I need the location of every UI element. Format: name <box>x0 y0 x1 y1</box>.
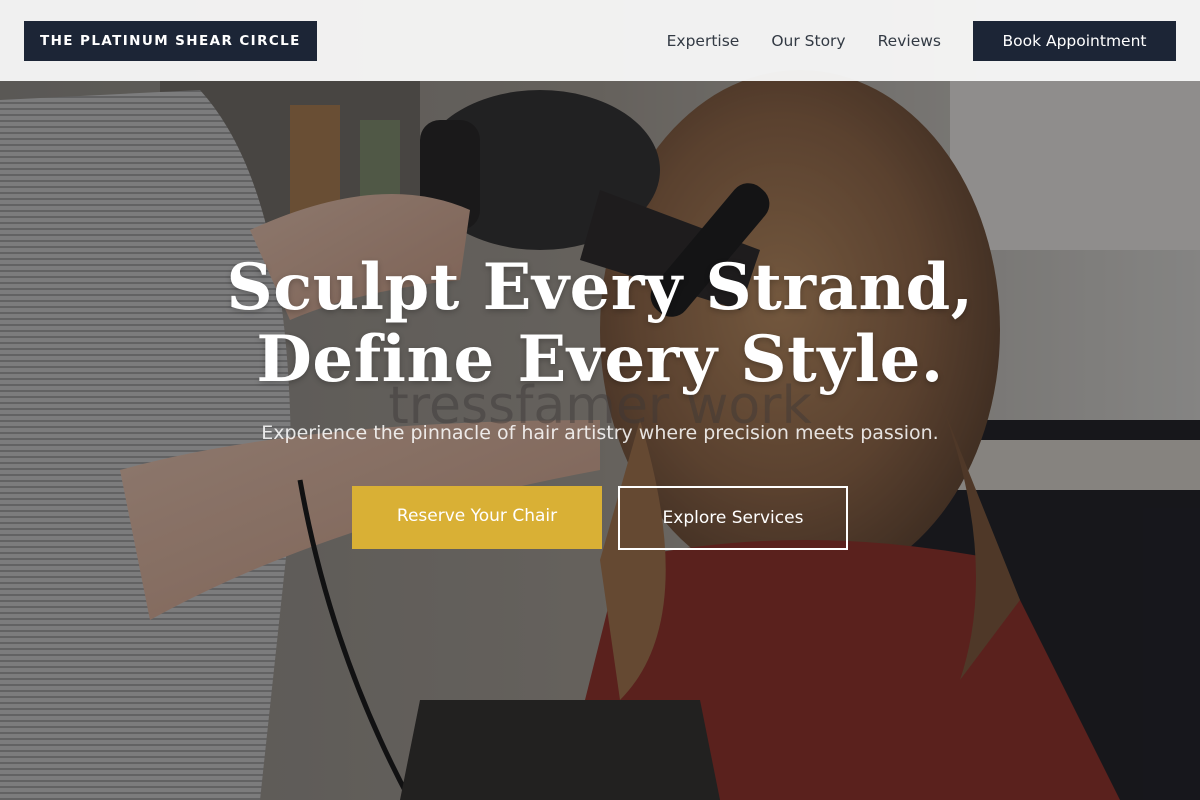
reserve-chair-button[interactable]: Reserve Your Chair <box>352 486 602 549</box>
nav-link-expertise[interactable]: Expertise <box>667 32 740 50</box>
nav-link-reviews[interactable]: Reviews <box>878 32 941 50</box>
hero-headline: Sculpt Every Strand, Define Every Style. <box>0 252 1200 396</box>
main-nav: Expertise Our Story Reviews <box>667 32 941 50</box>
book-appointment-button[interactable]: Book Appointment <box>973 20 1176 61</box>
site-header: THE PLATINUM SHEAR CIRCLE Expertise Our … <box>0 0 1200 81</box>
nav-link-our-story[interactable]: Our Story <box>771 32 845 50</box>
brand-logo[interactable]: THE PLATINUM SHEAR CIRCLE <box>24 20 317 61</box>
hero-headline-line-1: Sculpt Every Strand, <box>226 250 974 325</box>
explore-services-button[interactable]: Explore Services <box>618 486 848 550</box>
hero-tagline: Experience the pinnacle of hair artistry… <box>261 422 939 444</box>
